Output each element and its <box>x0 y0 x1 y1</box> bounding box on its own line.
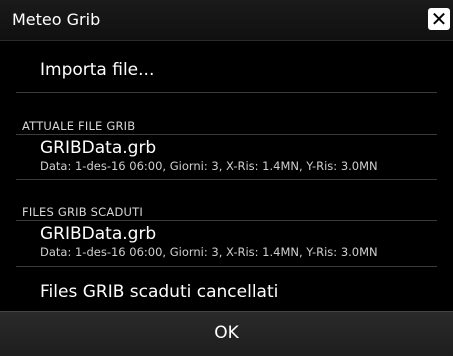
import-file-item[interactable]: Importa file... <box>40 60 154 80</box>
dialog-title: Meteo Grib <box>12 10 101 29</box>
meteo-grib-dialog: Meteo Grib ✕ Importa file... ATTUALE FIL… <box>0 0 453 356</box>
current-file-name[interactable]: GRIBData.grb <box>40 138 156 158</box>
divider <box>16 92 437 93</box>
current-file-details: Data: 1-des-16 06:00, Giorni: 3, X-Ris: … <box>40 159 378 173</box>
title-bar: Meteo Grib ✕ <box>0 0 453 41</box>
ok-button[interactable]: OK <box>0 311 453 356</box>
ok-button-label: OK <box>214 323 239 343</box>
expired-grib-header: FILES GRIB SCADUTI <box>22 205 143 219</box>
divider <box>16 220 437 221</box>
divider <box>16 266 437 267</box>
close-icon[interactable]: ✕ <box>428 8 450 30</box>
current-grib-header: ATTUALE FILE GRIB <box>22 119 136 133</box>
delete-expired-files-item[interactable]: Files GRIB scaduti cancellati <box>40 282 278 302</box>
expired-file-name[interactable]: GRIBData.grb <box>40 224 156 244</box>
divider <box>16 134 437 135</box>
divider <box>16 179 437 180</box>
expired-file-details: Data: 1-des-16 06:00, Giorni: 3, X-Ris: … <box>40 245 378 259</box>
